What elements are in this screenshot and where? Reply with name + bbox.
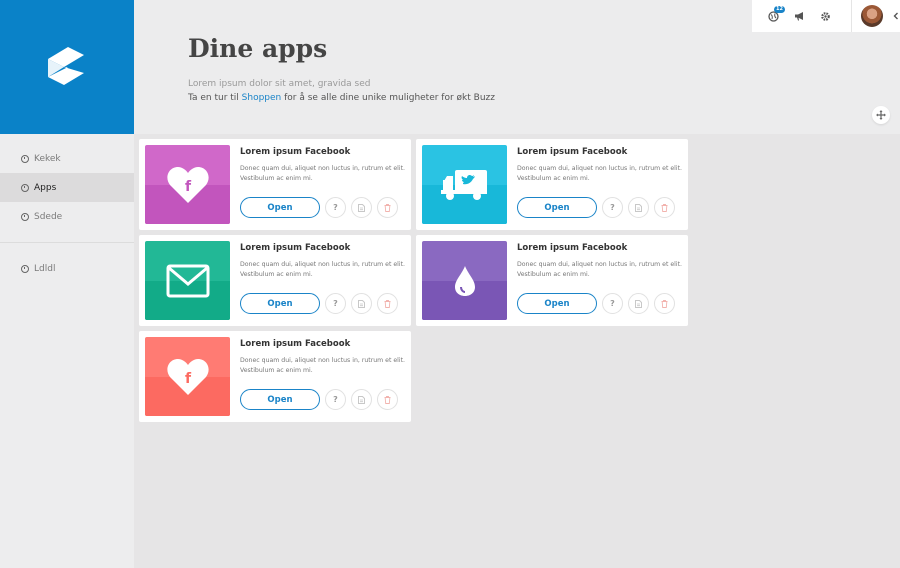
- card-title: Lorem ipsum Facebook: [240, 339, 351, 349]
- card-title: Lorem ipsum Facebook: [517, 243, 628, 253]
- delete-button[interactable]: [377, 197, 398, 218]
- delete-button[interactable]: [377, 389, 398, 410]
- avatar[interactable]: [861, 5, 883, 27]
- document-button[interactable]: [628, 293, 649, 314]
- card-title: Lorem ipsum Facebook: [240, 243, 351, 253]
- notification-badge: 12: [774, 6, 785, 13]
- trash-icon: [661, 203, 668, 212]
- app-card: f Lorem ipsum Facebook Donec quam dui, ali…: [139, 331, 411, 422]
- tagline-suffix: for å se alle dine unike muligheter for …: [281, 93, 495, 103]
- clock-icon: [21, 183, 29, 192]
- sidebar-item-label: Ldldl: [34, 263, 56, 274]
- tagline-prefix: Ta en tur til: [188, 93, 242, 103]
- open-button[interactable]: Open: [517, 293, 597, 314]
- document-button[interactable]: [351, 293, 372, 314]
- shop-link[interactable]: Shoppen: [242, 93, 282, 103]
- page-title: Dine apps: [188, 34, 328, 63]
- page-tagline: Ta en tur til Shoppen for å se alle dine…: [188, 93, 495, 103]
- facebook-heart-icon: f: [166, 165, 210, 205]
- move-button[interactable]: [872, 106, 890, 124]
- logo[interactable]: [0, 0, 134, 134]
- app-card: Lorem ipsum Facebook Donec quam dui, aliq…: [139, 235, 411, 326]
- facebook-heart-icon: f: [166, 357, 210, 397]
- move-icon: [876, 110, 886, 120]
- globe-button[interactable]: 12: [760, 0, 786, 32]
- sidebar-nav: Kekek Apps Sdede Ldldl: [0, 144, 134, 283]
- sidebar-item-sdede[interactable]: Sdede: [0, 202, 134, 231]
- sidebar-item-kekek[interactable]: Kekek: [0, 144, 134, 173]
- app-card: Lorem ipsum Facebook Donec quam dui, aliq…: [416, 235, 688, 326]
- document-icon: [358, 395, 365, 404]
- trash-icon: [384, 203, 391, 212]
- document-button[interactable]: [628, 197, 649, 218]
- page-subtitle: Lorem ipsum dolor sit amet, gravida sed: [188, 79, 371, 89]
- clock-icon: [21, 264, 29, 273]
- gear-icon: [820, 11, 830, 21]
- app-thumbnail: [422, 145, 507, 224]
- logo-icon: [48, 47, 84, 85]
- twitter-truck-icon: [440, 168, 489, 202]
- open-button[interactable]: Open: [240, 389, 320, 410]
- drop-icon: [454, 265, 476, 297]
- help-button[interactable]: ?: [602, 293, 623, 314]
- megaphone-icon: [794, 12, 803, 21]
- document-icon: [358, 299, 365, 308]
- document-icon: [358, 203, 365, 212]
- open-button[interactable]: Open: [240, 293, 320, 314]
- open-button[interactable]: Open: [240, 197, 320, 218]
- app-card: f Lorem ipsum Facebook Donec quam dui, ali…: [139, 139, 411, 230]
- card-title: Lorem ipsum Facebook: [517, 147, 628, 157]
- settings-button[interactable]: [812, 0, 838, 32]
- card-description: Donec quam dui, aliquet non luctus in, r…: [240, 165, 406, 182]
- clock-icon: [21, 154, 29, 163]
- delete-button[interactable]: [654, 293, 675, 314]
- document-button[interactable]: [351, 197, 372, 218]
- help-label: ?: [333, 395, 338, 404]
- help-button[interactable]: ?: [602, 197, 623, 218]
- trash-icon: [384, 395, 391, 404]
- help-label: ?: [610, 203, 615, 212]
- sidebar-divider: [0, 242, 134, 243]
- card-description: Donec quam dui, aliquet non luctus in, r…: [517, 261, 683, 278]
- sidebar-item-apps[interactable]: Apps: [0, 173, 134, 202]
- top-bar: 12: [752, 0, 900, 32]
- card-title: Lorem ipsum Facebook: [240, 147, 351, 157]
- sidebar-item-ldldl[interactable]: Ldldl: [0, 254, 134, 283]
- help-button[interactable]: ?: [325, 389, 346, 410]
- app-thumbnail: [422, 241, 507, 320]
- document-button[interactable]: [351, 389, 372, 410]
- sidebar-item-label: Sdede: [34, 211, 63, 222]
- sidebar: Kekek Apps Sdede Ldldl: [0, 0, 134, 568]
- document-icon: [635, 299, 642, 308]
- help-label: ?: [610, 299, 615, 308]
- open-button[interactable]: Open: [517, 197, 597, 218]
- app-thumbnail: f: [145, 337, 230, 416]
- app-card: Lorem ipsum Facebook Donec quam dui, aliq…: [416, 139, 688, 230]
- help-label: ?: [333, 299, 338, 308]
- app-thumbnail: f: [145, 145, 230, 224]
- help-label: ?: [333, 203, 338, 212]
- sidebar-item-label: Kekek: [34, 153, 61, 164]
- card-description: Donec quam dui, aliquet non luctus in, r…: [240, 261, 406, 278]
- delete-button[interactable]: [654, 197, 675, 218]
- envelope-icon: [166, 264, 210, 298]
- announcements-button[interactable]: [786, 0, 812, 32]
- svg-text:f: f: [184, 371, 191, 387]
- trash-icon: [384, 299, 391, 308]
- app-thumbnail: [145, 241, 230, 320]
- svg-text:f: f: [184, 179, 191, 195]
- delete-button[interactable]: [377, 293, 398, 314]
- card-description: Donec quam dui, aliquet non luctus in, r…: [517, 165, 683, 182]
- card-description: Donec quam dui, aliquet non luctus in, r…: [240, 357, 406, 374]
- document-icon: [635, 203, 642, 212]
- chevron-left-icon[interactable]: [893, 12, 899, 20]
- clock-icon: [21, 212, 29, 221]
- sidebar-item-label: Apps: [34, 182, 57, 193]
- trash-icon: [661, 299, 668, 308]
- help-button[interactable]: ?: [325, 293, 346, 314]
- topbar-divider: [851, 0, 852, 32]
- help-button[interactable]: ?: [325, 197, 346, 218]
